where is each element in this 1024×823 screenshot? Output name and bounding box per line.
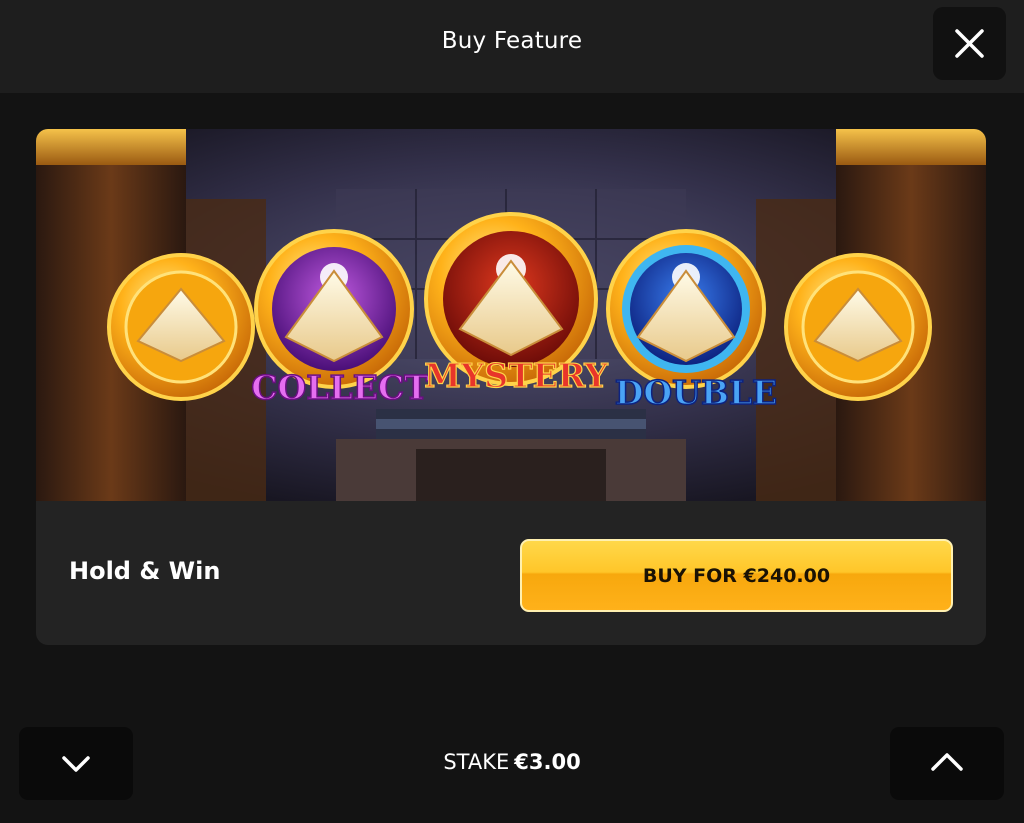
- stake-display: STAKE €3.00: [0, 750, 1024, 774]
- double-label: DOUBLE: [615, 373, 777, 412]
- mystery-label: MYSTERY: [424, 356, 608, 395]
- stake-label: STAKE: [443, 750, 510, 774]
- chevron-up-icon: [931, 753, 963, 771]
- buy-button-label: BUY FOR €240.00: [642, 564, 831, 587]
- increase-stake-button[interactable]: [890, 727, 1004, 800]
- buy-feature-dialog: Buy Feature COLLECT MYSTERY DOUBLE Hold …: [0, 0, 1024, 823]
- dialog-header: Buy Feature: [0, 0, 1024, 93]
- buy-feature-button[interactable]: BUY FOR €240.00: [520, 539, 953, 612]
- feature-name: Hold & Win: [69, 557, 221, 585]
- stake-value: €3.00: [514, 750, 581, 774]
- collect-label: COLLECT: [251, 368, 429, 407]
- close-button[interactable]: [933, 7, 1006, 80]
- close-icon: [955, 29, 984, 58]
- feature-banner-image: COLLECT MYSTERY DOUBLE: [36, 129, 986, 501]
- dialog-title: Buy Feature: [441, 28, 583, 54]
- feature-card: COLLECT MYSTERY DOUBLE Hold & Win BUY FO…: [36, 129, 986, 645]
